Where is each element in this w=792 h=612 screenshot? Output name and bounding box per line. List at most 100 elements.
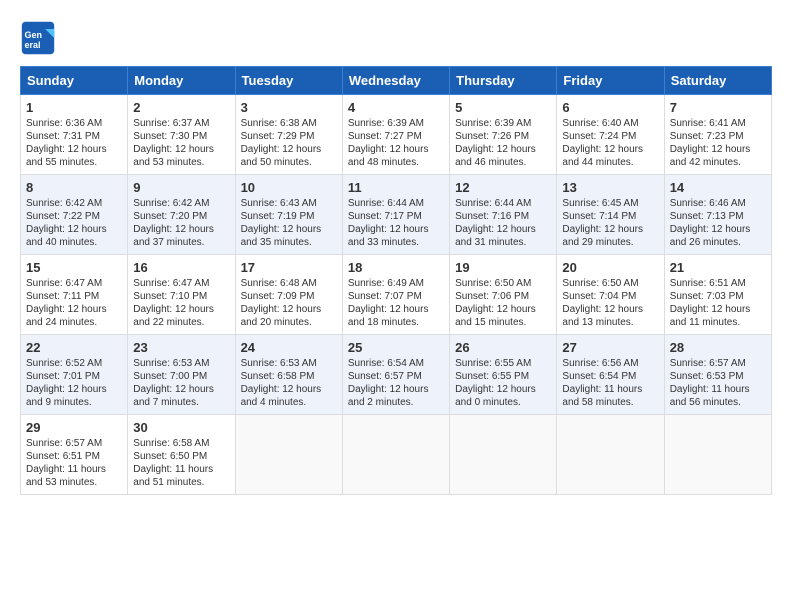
calendar-table: SundayMondayTuesdayWednesdayThursdayFrid… (20, 66, 772, 495)
day-cell: 20Sunrise: 6:50 AM Sunset: 7:04 PM Dayli… (557, 255, 664, 335)
col-header-thursday: Thursday (450, 67, 557, 95)
day-info: Sunrise: 6:38 AM Sunset: 7:29 PM Dayligh… (241, 117, 337, 169)
day-cell: 21 Sunrise: 6:51 AM Sunset: 7:03 PM Dayli… (664, 255, 771, 335)
day-cell: 4 Sunrise: 6:39 AM Sunset: 7:27 PM Daylig… (342, 95, 449, 175)
day-cell: 3 Sunrise: 6:38 AM Sunset: 7:29 PM Daylig… (235, 95, 342, 175)
header: Gen eral (20, 20, 772, 56)
day-number: 5 (455, 100, 551, 115)
header-row: SundayMondayTuesdayWednesdayThursdayFrid… (21, 67, 772, 95)
day-number: 28 (670, 340, 766, 355)
day-info: Sunrise: 6:53 AM Sunset: 6:58 PM Dayligh… (241, 357, 337, 409)
day-info: Sunrise: 6:39 AM Sunset: 7:27 PM Dayligh… (348, 117, 444, 169)
day-number: 20 (562, 260, 658, 275)
day-info: Sunrise: 6:42 AM Sunset: 7:20 PM Dayligh… (133, 197, 229, 249)
day-cell: 11 Sunrise: 6:44 AM Sunset: 7:17 PM Dayli… (342, 175, 449, 255)
day-number: 30 (133, 420, 229, 435)
day-cell: 5 Sunrise: 6:39 AM Sunset: 7:26 PM Daylig… (450, 95, 557, 175)
day-cell: 28 Sunrise: 6:57 AM Sunset: 6:53 PM Dayli… (664, 335, 771, 415)
day-cell: 2 Sunrise: 6:37 AM Sunset: 7:30 PM Daylig… (128, 95, 235, 175)
day-cell: 23 Sunrise: 6:53 AM Sunset: 7:00 PM Dayli… (128, 335, 235, 415)
day-cell: 1 Sunrise: 6:36 AM Sunset: 7:31 PM Daylig… (21, 95, 128, 175)
day-cell (557, 415, 664, 495)
day-cell: 26 Sunrise: 6:55 AM Sunset: 6:55 PM Dayli… (450, 335, 557, 415)
day-number: 29 (26, 420, 122, 435)
day-info: Sunrise: 6:53 AM Sunset: 7:00 PM Dayligh… (133, 357, 229, 409)
day-info: Sunrise: 6:46 AM Sunset: 7:13 PM Dayligh… (670, 197, 766, 249)
day-info: Sunrise: 6:58 AM Sunset: 6:50 PM Dayligh… (133, 437, 229, 489)
day-number: 10 (241, 180, 337, 195)
day-cell: 30 Sunrise: 6:58 AM Sunset: 6:50 PM Dayli… (128, 415, 235, 495)
day-cell: 12Sunrise: 6:44 AM Sunset: 7:16 PM Dayli… (450, 175, 557, 255)
day-cell: 25 Sunrise: 6:54 AM Sunset: 6:57 PM Dayli… (342, 335, 449, 415)
day-cell: 24 Sunrise: 6:53 AM Sunset: 6:58 PM Dayli… (235, 335, 342, 415)
col-header-wednesday: Wednesday (342, 67, 449, 95)
day-cell: 19 Sunrise: 6:50 AM Sunset: 7:06 PM Dayli… (450, 255, 557, 335)
day-cell: 8 Sunrise: 6:42 AM Sunset: 7:22 PM Daylig… (21, 175, 128, 255)
day-info: Sunrise: 6:54 AM Sunset: 6:57 PM Dayligh… (348, 357, 444, 409)
day-info: Sunrise: 6:51 AM Sunset: 7:03 PM Dayligh… (670, 277, 766, 329)
day-cell: 10 Sunrise: 6:43 AM Sunset: 7:19 PM Dayli… (235, 175, 342, 255)
day-number: 4 (348, 100, 444, 115)
day-cell: 16 Sunrise: 6:47 AM Sunset: 7:10 PM Dayli… (128, 255, 235, 335)
logo: Gen eral (20, 20, 60, 56)
day-info: Sunrise: 6:37 AM Sunset: 7:30 PM Dayligh… (133, 117, 229, 169)
day-number: 23 (133, 340, 229, 355)
day-cell (664, 415, 771, 495)
day-number: 1 (26, 100, 122, 115)
day-number: 13 (562, 180, 658, 195)
day-number: 17 (241, 260, 337, 275)
day-cell: 6Sunrise: 6:40 AM Sunset: 7:24 PM Daylig… (557, 95, 664, 175)
day-cell: 14 Sunrise: 6:46 AM Sunset: 7:13 PM Dayli… (664, 175, 771, 255)
day-info: Sunrise: 6:49 AM Sunset: 7:07 PM Dayligh… (348, 277, 444, 329)
day-number: 19 (455, 260, 551, 275)
day-number: 18 (348, 260, 444, 275)
day-number: 9 (133, 180, 229, 195)
day-cell: 29 Sunrise: 6:57 AM Sunset: 6:51 PM Dayli… (21, 415, 128, 495)
day-number: 21 (670, 260, 766, 275)
day-info: Sunrise: 6:47 AM Sunset: 7:10 PM Dayligh… (133, 277, 229, 329)
day-info: Sunrise: 6:52 AM Sunset: 7:01 PM Dayligh… (26, 357, 122, 409)
col-header-monday: Monday (128, 67, 235, 95)
day-info: Sunrise: 6:56 AM Sunset: 6:54 PM Dayligh… (562, 357, 658, 409)
week-row: 15Sunrise: 6:47 AM Sunset: 7:11 PM Dayli… (21, 255, 772, 335)
day-info: Sunrise: 6:50 AM Sunset: 7:06 PM Dayligh… (455, 277, 551, 329)
day-info: Sunrise: 6:55 AM Sunset: 6:55 PM Dayligh… (455, 357, 551, 409)
day-info: Sunrise: 6:36 AM Sunset: 7:31 PM Dayligh… (26, 117, 122, 169)
day-cell (450, 415, 557, 495)
logo-icon: Gen eral (20, 20, 56, 56)
day-number: 27 (562, 340, 658, 355)
week-row: 8 Sunrise: 6:42 AM Sunset: 7:22 PM Daylig… (21, 175, 772, 255)
day-info: Sunrise: 6:48 AM Sunset: 7:09 PM Dayligh… (241, 277, 337, 329)
day-cell: 18 Sunrise: 6:49 AM Sunset: 7:07 PM Dayli… (342, 255, 449, 335)
day-cell: 7Sunrise: 6:41 AM Sunset: 7:23 PM Daylig… (664, 95, 771, 175)
day-info: Sunrise: 6:47 AM Sunset: 7:11 PM Dayligh… (26, 277, 122, 329)
week-row: 1 Sunrise: 6:36 AM Sunset: 7:31 PM Daylig… (21, 95, 772, 175)
day-info: Sunrise: 6:43 AM Sunset: 7:19 PM Dayligh… (241, 197, 337, 249)
day-info: Sunrise: 6:44 AM Sunset: 7:17 PM Dayligh… (348, 197, 444, 249)
day-info: Sunrise: 6:39 AM Sunset: 7:26 PM Dayligh… (455, 117, 551, 169)
day-number: 26 (455, 340, 551, 355)
day-info: Sunrise: 6:40 AM Sunset: 7:24 PM Dayligh… (562, 117, 658, 169)
day-number: 16 (133, 260, 229, 275)
day-info: Sunrise: 6:57 AM Sunset: 6:53 PM Dayligh… (670, 357, 766, 409)
day-number: 8 (26, 180, 122, 195)
day-cell: 17 Sunrise: 6:48 AM Sunset: 7:09 PM Dayli… (235, 255, 342, 335)
day-number: 3 (241, 100, 337, 115)
day-number: 2 (133, 100, 229, 115)
col-header-saturday: Saturday (664, 67, 771, 95)
svg-text:eral: eral (25, 40, 41, 50)
day-info: Sunrise: 6:42 AM Sunset: 7:22 PM Dayligh… (26, 197, 122, 249)
day-number: 14 (670, 180, 766, 195)
day-cell: 15Sunrise: 6:47 AM Sunset: 7:11 PM Dayli… (21, 255, 128, 335)
day-cell: 22 Sunrise: 6:52 AM Sunset: 7:01 PM Dayli… (21, 335, 128, 415)
day-cell (235, 415, 342, 495)
day-number: 25 (348, 340, 444, 355)
col-header-friday: Friday (557, 67, 664, 95)
day-cell: 27 Sunrise: 6:56 AM Sunset: 6:54 PM Dayli… (557, 335, 664, 415)
day-number: 22 (26, 340, 122, 355)
day-info: Sunrise: 6:45 AM Sunset: 7:14 PM Dayligh… (562, 197, 658, 249)
day-number: 24 (241, 340, 337, 355)
day-number: 11 (348, 180, 444, 195)
day-info: Sunrise: 6:44 AM Sunset: 7:16 PM Dayligh… (455, 197, 551, 249)
day-info: Sunrise: 6:57 AM Sunset: 6:51 PM Dayligh… (26, 437, 122, 489)
